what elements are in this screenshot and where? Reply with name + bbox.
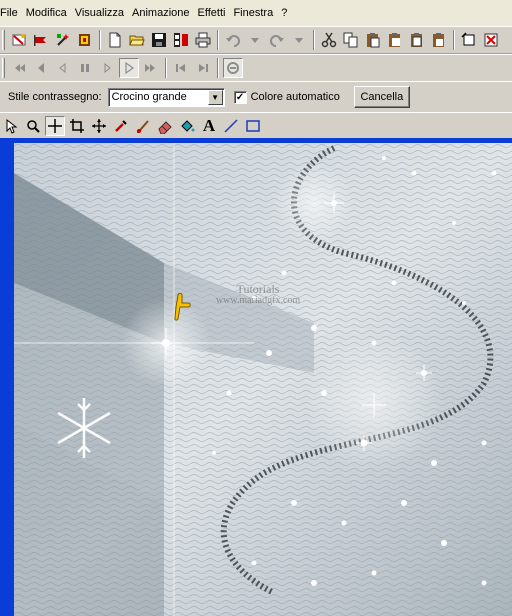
magic-icon[interactable] (53, 30, 73, 50)
wizard-icon[interactable] (9, 30, 29, 50)
line-tool-icon[interactable] (221, 116, 241, 136)
print-icon[interactable] (193, 30, 213, 50)
crosshair-tool-icon[interactable] (45, 115, 65, 136)
prev-frame-icon[interactable] (31, 58, 51, 78)
pause-icon[interactable] (75, 58, 95, 78)
undo-icon[interactable] (223, 30, 243, 50)
paste-icon[interactable] (363, 30, 383, 50)
clear-icon[interactable] (481, 30, 501, 50)
paste-into-icon[interactable] (429, 30, 449, 50)
redo-icon[interactable] (267, 30, 287, 50)
open-icon[interactable] (127, 30, 147, 50)
canvas-image[interactable] (14, 143, 512, 616)
watermark: Tutorials www.mariadgfx.com (208, 283, 308, 307)
copy-icon[interactable] (341, 30, 361, 50)
select-all-icon[interactable] (459, 30, 479, 50)
cut-icon[interactable] (319, 30, 339, 50)
arrow-tool-icon[interactable] (1, 116, 21, 136)
move-tool-icon[interactable] (89, 116, 109, 136)
watermark-line2: www.mariadgfx.com (215, 295, 301, 306)
toolbar-separator (217, 58, 219, 78)
menu-animazione[interactable]: Animazione (128, 0, 193, 26)
redo-dropdown-icon[interactable] (289, 30, 309, 50)
tools-bar: A (0, 112, 512, 139)
first-frame-icon[interactable] (9, 58, 29, 78)
preview-icon[interactable] (223, 58, 243, 78)
chevron-down-icon[interactable]: ▼ (207, 89, 223, 105)
toolbar-grip (2, 58, 5, 78)
menu-modifica[interactable]: Modifica (22, 0, 71, 26)
crop-tool-icon[interactable] (67, 116, 87, 136)
playback-toolbar (0, 54, 512, 82)
eraser-tool-icon[interactable] (155, 116, 175, 136)
zoom-tool-icon[interactable] (23, 116, 43, 136)
options-bar: Stile contrassegno: Crocino grande ▼ ✓ C… (0, 81, 512, 113)
step-back-icon[interactable] (53, 58, 73, 78)
text-tool-icon[interactable]: A (199, 116, 219, 136)
text-tool-glyph: A (202, 116, 216, 135)
auto-color-label: Colore automatico (250, 91, 340, 103)
new-icon[interactable] (105, 30, 125, 50)
paste-before-icon[interactable] (385, 30, 405, 50)
fill-tool-icon[interactable] (177, 116, 197, 136)
frames-icon[interactable] (171, 30, 191, 50)
cancel-button-label: Cancella (360, 91, 404, 103)
toolbar-separator (313, 30, 315, 50)
play-icon[interactable] (119, 58, 139, 78)
paste-after-icon[interactable] (407, 30, 427, 50)
toolbar-separator (453, 30, 455, 50)
toolbar-grip (2, 30, 5, 50)
menu-visualizza[interactable]: Visualizza (71, 0, 128, 26)
stile-select-value: Crocino grande (111, 91, 187, 103)
watermark-line1: Tutorials (236, 282, 280, 296)
menu-file[interactable]: File (0, 0, 22, 26)
menu-effetti[interactable]: Effetti (194, 0, 230, 26)
menu-finestra[interactable]: Finestra (229, 0, 277, 26)
fast-back-icon[interactable] (171, 58, 191, 78)
cancel-button[interactable]: Cancella (353, 86, 410, 108)
toolbar-separator (217, 30, 219, 50)
auto-color-checkbox[interactable]: ✓ (233, 90, 247, 104)
toolbar-separator (99, 30, 101, 50)
banner-icon[interactable] (31, 30, 51, 50)
menu-bar: File Modifica Visualizza Animazione Effe… (0, 0, 512, 26)
stile-select[interactable]: Crocino grande ▼ (107, 87, 225, 107)
import-icon[interactable] (75, 30, 95, 50)
rectangle-tool-icon[interactable] (243, 116, 263, 136)
toolbar-separator (165, 58, 167, 78)
step-forward-icon[interactable] (97, 58, 117, 78)
undo-dropdown-icon[interactable] (245, 30, 265, 50)
fast-forward-icon[interactable] (193, 58, 213, 78)
menu-help[interactable]: ? (277, 0, 291, 26)
next-frame-icon[interactable] (141, 58, 161, 78)
dropper-tool-icon[interactable] (111, 116, 131, 136)
stile-label: Stile contrassegno: (8, 91, 102, 103)
main-toolbar (0, 26, 512, 54)
brush-tool-icon[interactable] (133, 116, 153, 136)
save-icon[interactable] (149, 30, 169, 50)
